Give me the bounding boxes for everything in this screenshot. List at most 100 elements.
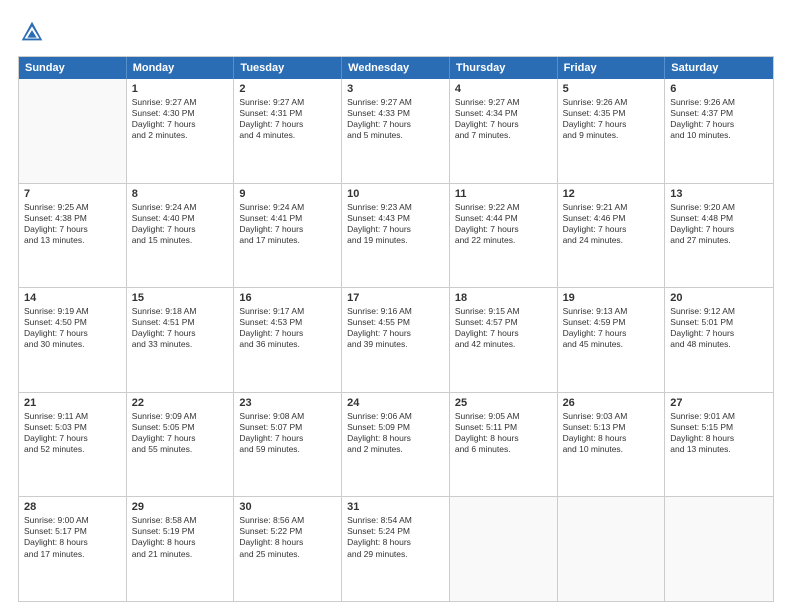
cell-info-line: Sunrise: 9:22 AM xyxy=(455,202,552,213)
day-number: 12 xyxy=(563,188,660,200)
day-number: 27 xyxy=(670,397,768,409)
day-number: 7 xyxy=(24,188,121,200)
header xyxy=(18,18,774,46)
cell-info-line: Daylight: 7 hours xyxy=(455,328,552,339)
cell-info-line: Sunrise: 9:26 AM xyxy=(670,97,768,108)
cell-info-line: Daylight: 7 hours xyxy=(563,328,660,339)
cell-info-line: Daylight: 7 hours xyxy=(132,433,229,444)
calendar-cell: 17Sunrise: 9:16 AMSunset: 4:55 PMDayligh… xyxy=(342,288,450,392)
cell-info-line: Sunset: 4:46 PM xyxy=(563,213,660,224)
calendar-cell: 8Sunrise: 9:24 AMSunset: 4:40 PMDaylight… xyxy=(127,184,235,288)
cell-info-line: Sunrise: 9:27 AM xyxy=(455,97,552,108)
day-number: 4 xyxy=(455,83,552,95)
cell-info-line: Sunset: 4:59 PM xyxy=(563,317,660,328)
cell-info-line: Daylight: 7 hours xyxy=(455,224,552,235)
day-number: 28 xyxy=(24,501,121,513)
weekday-header: Friday xyxy=(558,57,666,79)
calendar-cell: 27Sunrise: 9:01 AMSunset: 5:15 PMDayligh… xyxy=(665,393,773,497)
cell-info-line: Sunrise: 9:27 AM xyxy=(132,97,229,108)
cell-info-line: Sunset: 4:48 PM xyxy=(670,213,768,224)
calendar-cell: 3Sunrise: 9:27 AMSunset: 4:33 PMDaylight… xyxy=(342,79,450,183)
cell-info-line: Sunrise: 9:17 AM xyxy=(239,306,336,317)
cell-info-line: and 52 minutes. xyxy=(24,444,121,455)
day-number: 6 xyxy=(670,83,768,95)
cell-info-line: and 4 minutes. xyxy=(239,130,336,141)
cell-info-line: and 19 minutes. xyxy=(347,235,444,246)
cell-info-line: Daylight: 7 hours xyxy=(239,328,336,339)
cell-info-line: and 21 minutes. xyxy=(132,549,229,560)
cell-info-line: Daylight: 7 hours xyxy=(670,224,768,235)
cell-info-line: and 48 minutes. xyxy=(670,339,768,350)
calendar-cell: 14Sunrise: 9:19 AMSunset: 4:50 PMDayligh… xyxy=(19,288,127,392)
day-number: 13 xyxy=(670,188,768,200)
cell-info-line: Daylight: 7 hours xyxy=(347,328,444,339)
cell-info-line: and 27 minutes. xyxy=(670,235,768,246)
cell-info-line: and 22 minutes. xyxy=(455,235,552,246)
calendar-cell: 5Sunrise: 9:26 AMSunset: 4:35 PMDaylight… xyxy=(558,79,666,183)
calendar-cell: 29Sunrise: 8:58 AMSunset: 5:19 PMDayligh… xyxy=(127,497,235,601)
cell-info-line: Daylight: 8 hours xyxy=(24,537,121,548)
cell-info-line: Daylight: 8 hours xyxy=(347,537,444,548)
cell-info-line: Sunrise: 9:00 AM xyxy=(24,515,121,526)
cell-info-line: Sunrise: 9:27 AM xyxy=(347,97,444,108)
cell-info-line: Sunrise: 8:56 AM xyxy=(239,515,336,526)
cell-info-line: and 10 minutes. xyxy=(670,130,768,141)
cell-info-line: Sunset: 5:13 PM xyxy=(563,422,660,433)
cell-info-line: Sunrise: 9:16 AM xyxy=(347,306,444,317)
cell-info-line: Daylight: 7 hours xyxy=(132,119,229,130)
calendar-cell xyxy=(19,79,127,183)
calendar-row: 14Sunrise: 9:19 AMSunset: 4:50 PMDayligh… xyxy=(19,287,773,392)
cell-info-line: Daylight: 7 hours xyxy=(455,119,552,130)
day-number: 24 xyxy=(347,397,444,409)
cell-info-line: Sunset: 4:34 PM xyxy=(455,108,552,119)
calendar-cell: 2Sunrise: 9:27 AMSunset: 4:31 PMDaylight… xyxy=(234,79,342,183)
cell-info-line: and 10 minutes. xyxy=(563,444,660,455)
calendar-body: 1Sunrise: 9:27 AMSunset: 4:30 PMDaylight… xyxy=(19,79,773,601)
calendar-row: 1Sunrise: 9:27 AMSunset: 4:30 PMDaylight… xyxy=(19,79,773,183)
cell-info-line: Sunrise: 9:13 AM xyxy=(563,306,660,317)
calendar-cell: 26Sunrise: 9:03 AMSunset: 5:13 PMDayligh… xyxy=(558,393,666,497)
cell-info-line: Sunset: 4:53 PM xyxy=(239,317,336,328)
cell-info-line: and 55 minutes. xyxy=(132,444,229,455)
cell-info-line: Daylight: 7 hours xyxy=(670,119,768,130)
calendar-cell xyxy=(558,497,666,601)
day-number: 30 xyxy=(239,501,336,513)
cell-info-line: Sunset: 4:51 PM xyxy=(132,317,229,328)
day-number: 23 xyxy=(239,397,336,409)
day-number: 14 xyxy=(24,292,121,304)
cell-info-line: Sunset: 4:33 PM xyxy=(347,108,444,119)
cell-info-line: Sunset: 4:57 PM xyxy=(455,317,552,328)
cell-info-line: Sunset: 4:38 PM xyxy=(24,213,121,224)
cell-info-line: Sunset: 5:15 PM xyxy=(670,422,768,433)
cell-info-line: and 33 minutes. xyxy=(132,339,229,350)
cell-info-line: and 2 minutes. xyxy=(347,444,444,455)
cell-info-line: and 7 minutes. xyxy=(455,130,552,141)
cell-info-line: and 45 minutes. xyxy=(563,339,660,350)
cell-info-line: Daylight: 7 hours xyxy=(670,328,768,339)
cell-info-line: Sunset: 4:37 PM xyxy=(670,108,768,119)
cell-info-line: Sunrise: 9:26 AM xyxy=(563,97,660,108)
calendar-cell: 7Sunrise: 9:25 AMSunset: 4:38 PMDaylight… xyxy=(19,184,127,288)
cell-info-line: Sunrise: 9:06 AM xyxy=(347,411,444,422)
cell-info-line: and 5 minutes. xyxy=(347,130,444,141)
calendar-cell: 10Sunrise: 9:23 AMSunset: 4:43 PMDayligh… xyxy=(342,184,450,288)
cell-info-line: Sunrise: 9:09 AM xyxy=(132,411,229,422)
weekday-header: Monday xyxy=(127,57,235,79)
cell-info-line: Sunset: 5:09 PM xyxy=(347,422,444,433)
cell-info-line: Sunset: 5:11 PM xyxy=(455,422,552,433)
weekday-header: Sunday xyxy=(19,57,127,79)
cell-info-line: Sunset: 5:07 PM xyxy=(239,422,336,433)
weekday-header: Wednesday xyxy=(342,57,450,79)
cell-info-line: Daylight: 7 hours xyxy=(239,224,336,235)
cell-info-line: and 2 minutes. xyxy=(132,130,229,141)
day-number: 15 xyxy=(132,292,229,304)
cell-info-line: Sunrise: 9:27 AM xyxy=(239,97,336,108)
cell-info-line: and 36 minutes. xyxy=(239,339,336,350)
calendar-cell: 24Sunrise: 9:06 AMSunset: 5:09 PMDayligh… xyxy=(342,393,450,497)
cell-info-line: and 30 minutes. xyxy=(24,339,121,350)
day-number: 1 xyxy=(132,83,229,95)
cell-info-line: Sunset: 5:01 PM xyxy=(670,317,768,328)
cell-info-line: Sunset: 5:22 PM xyxy=(239,526,336,537)
cell-info-line: Sunset: 5:19 PM xyxy=(132,526,229,537)
cell-info-line: and 13 minutes. xyxy=(24,235,121,246)
